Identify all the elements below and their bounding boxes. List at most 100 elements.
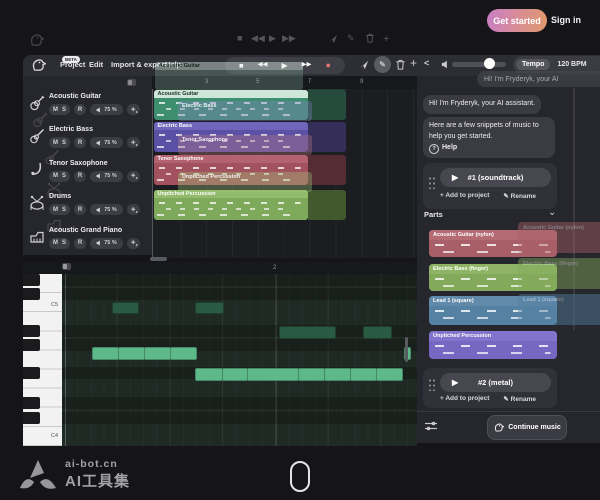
snippet-2-play-button[interactable]: ▶ #2 (metal)	[440, 373, 551, 392]
assistant-message: Hi! I'm Fryderyk, your AI assistant.	[423, 95, 541, 114]
snippet-1-play-button[interactable]: ▶ #1 (soundtrack)	[440, 168, 551, 187]
menu-edit[interactable]: Edit	[89, 60, 103, 69]
midi-note[interactable]	[222, 368, 248, 381]
track-row[interactable]: DrumsMSR75 %	[23, 191, 152, 224]
mute-solo-buttons[interactable]: MS	[49, 238, 70, 249]
volume-control[interactable]: 75 %	[90, 238, 123, 249]
delete-button[interactable]	[395, 59, 406, 70]
volume-slider-knob[interactable]	[484, 58, 495, 69]
menu-project[interactable]: Project	[60, 60, 85, 69]
piano-icon	[29, 229, 45, 245]
black-key[interactable]	[23, 397, 40, 409]
continue-music-button[interactable]: Continue music	[487, 415, 567, 440]
record-arm-button[interactable]: R	[74, 104, 86, 115]
midi-note[interactable]	[112, 302, 139, 314]
midi-note[interactable]	[144, 347, 171, 360]
chevron-down-icon[interactable]: ⌄	[548, 207, 556, 218]
black-key[interactable]	[23, 288, 40, 300]
drag-handle-icon[interactable]	[428, 378, 435, 391]
drag-ghost-part-chip: Electric Bass (finger)	[518, 258, 600, 289]
mute-solo-buttons[interactable]: MS	[49, 171, 70, 182]
track-effects-button[interactable]	[127, 171, 140, 182]
get-started-button[interactable]: Get started	[487, 9, 547, 32]
black-key[interactable]	[23, 274, 40, 286]
part-chip-notes-preview	[429, 341, 557, 359]
record-arm-button[interactable]: R	[74, 204, 86, 215]
piano-roll-grid[interactable]	[62, 274, 417, 446]
play-icon: ▶	[452, 173, 458, 182]
black-key[interactable]	[23, 339, 40, 351]
clip-unpitched-percussion[interactable]: Unpitched Percussion	[154, 190, 308, 220]
track-controls: MS R 75 %	[49, 238, 140, 249]
add-to-project-button[interactable]: + Add to project	[440, 395, 489, 403]
track-effects-button[interactable]	[127, 204, 140, 215]
volume-control[interactable]: 75 %	[90, 137, 123, 148]
mute-solo-buttons[interactable]: MS	[49, 104, 70, 115]
vertical-scrollbar[interactable]	[405, 337, 408, 362]
drums-icon	[29, 195, 45, 216]
track-row[interactable]: Tenor SaxophoneMSR75 %	[23, 158, 152, 191]
rename-button[interactable]: ✎ Rename	[503, 395, 536, 403]
midi-note[interactable]	[376, 368, 403, 381]
midi-note[interactable]	[195, 302, 224, 314]
volume-control[interactable]: 75 %	[90, 104, 123, 115]
fast-forward-button[interactable]: ▶▶	[302, 62, 312, 69]
track-effects-button[interactable]	[127, 137, 140, 148]
midi-note[interactable]	[298, 368, 325, 381]
midi-note[interactable]	[363, 326, 392, 339]
mute-solo-buttons[interactable]: MS	[49, 137, 70, 148]
drag-ghost-clip: Acoustic Guitar	[155, 62, 303, 90]
app-screenshot: Get started Sign in ■ ◀◀ ▶ ▶▶ ✎ + BETA P…	[0, 0, 600, 500]
midi-note[interactable]	[279, 326, 336, 339]
pencil-tool-button[interactable]: ✎	[374, 56, 391, 73]
tempo-label: Tempo	[516, 59, 550, 70]
record-arm-button[interactable]: R	[74, 171, 86, 182]
drag-handle-icon[interactable]	[428, 176, 435, 189]
drag-ghost-drums-icon	[46, 182, 62, 203]
mixer-settings-icon[interactable]	[424, 420, 438, 432]
playhead-flag-icon[interactable]	[62, 263, 71, 270]
volume-control[interactable]: 75 %	[90, 204, 123, 215]
assistant-message: Here are a few snippets of music to help…	[423, 117, 555, 158]
volume-slider[interactable]	[452, 62, 506, 67]
track-row[interactable]: Acoustic Grand PianoMSR75 %	[23, 225, 152, 258]
track-name: Electric Bass	[49, 126, 93, 133]
record-button[interactable]: ●	[326, 61, 331, 70]
ruler-bar-number: 9	[360, 79, 363, 85]
piano-roll-ruler[interactable]: 2	[23, 262, 417, 274]
sign-in-link[interactable]: Sign in	[551, 15, 581, 25]
piano-keyboard[interactable]: C5 C4	[23, 274, 62, 446]
sax-icon	[29, 162, 45, 178]
rename-button[interactable]: ✎ Rename	[503, 192, 536, 200]
record-arm-button[interactable]: R	[74, 137, 86, 148]
tempo-value: 120 BPM	[557, 61, 586, 68]
part-chip-unpitched-percussion[interactable]: Unpitched Percussion	[429, 331, 557, 359]
help-link[interactable]: ?Help	[429, 144, 457, 151]
add-to-project-button[interactable]: + Add to project	[440, 192, 489, 200]
track-effects-button[interactable]	[127, 104, 140, 115]
sax-icon	[29, 162, 45, 183]
horizontal-scrollbar[interactable]	[150, 257, 167, 261]
drums-icon	[29, 195, 45, 211]
key-label-c5: C5	[51, 302, 58, 308]
track-effects-button[interactable]	[127, 238, 140, 249]
volume-control[interactable]: 75 %	[90, 171, 123, 182]
midi-note[interactable]	[324, 368, 351, 381]
midi-note[interactable]	[247, 368, 299, 381]
midi-note[interactable]	[195, 368, 223, 381]
track-controls: MS R 75 %	[49, 171, 140, 182]
add-track-button[interactable]: +	[410, 57, 417, 69]
arrangement-timeline[interactable]: Acoustic GuitarElectric BassTenor Saxoph…	[152, 76, 417, 258]
record-arm-button[interactable]: R	[74, 238, 86, 249]
midi-note[interactable]	[118, 347, 145, 360]
black-key[interactable]	[23, 412, 40, 424]
midi-note[interactable]	[170, 347, 197, 360]
cursor-tool-button[interactable]	[359, 60, 369, 70]
midi-note[interactable]	[350, 368, 377, 381]
black-key[interactable]	[23, 367, 40, 379]
mute-solo-buttons[interactable]: MS	[49, 204, 70, 215]
midi-note[interactable]	[92, 347, 119, 360]
black-key[interactable]	[23, 325, 40, 337]
marker-flag-icon	[127, 79, 136, 86]
share-button[interactable]: <	[424, 59, 429, 68]
